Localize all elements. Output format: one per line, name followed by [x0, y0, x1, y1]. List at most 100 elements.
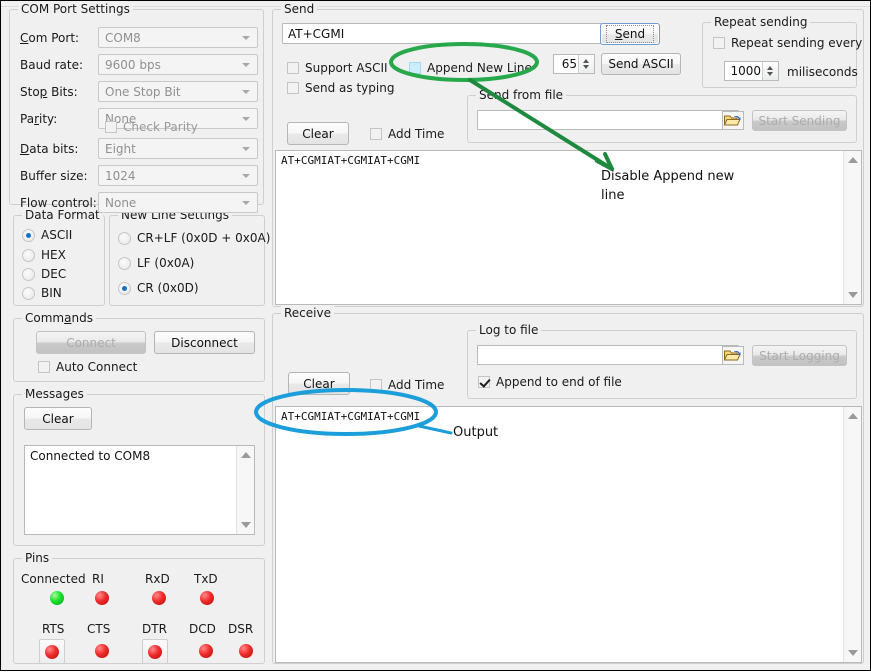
- send-file-browse-button[interactable]: [722, 111, 744, 130]
- receive-log-scrollbar[interactable]: [843, 407, 861, 662]
- receive-add-time-checkbox[interactable]: Add Time: [370, 378, 444, 392]
- connect-button[interactable]: Connect: [36, 331, 146, 354]
- com-port-label: Com Port:: [20, 31, 79, 45]
- send-log-scrollbar[interactable]: [843, 151, 861, 304]
- parity-label: Parity:: [20, 112, 57, 126]
- folder-open-icon: [723, 112, 743, 129]
- send-ascii-button[interactable]: Send ASCII: [601, 53, 681, 75]
- scroll-up-arrow-icon[interactable]: [848, 157, 858, 163]
- append-new-line-label: Append New Line: [427, 61, 532, 75]
- messages-log-area[interactable]: Connected to COM8: [24, 445, 255, 535]
- flow-control-combo[interactable]: None: [98, 192, 258, 213]
- repeat-interval-spinner[interactable]: 1000: [724, 61, 779, 81]
- buffer-size-combo[interactable]: 1024: [98, 165, 258, 186]
- pin-led-dtr: [148, 645, 162, 659]
- send-log-text: AT+CGMIAT+CGMIAT+CGMI: [281, 154, 841, 168]
- auto-connect-checkbox[interactable]: Auto Connect: [38, 360, 137, 374]
- check-parity-checkbox[interactable]: Check Parity: [105, 120, 198, 134]
- support-ascii-checkbox[interactable]: Support ASCII: [287, 61, 388, 75]
- ascii-code-spinner[interactable]: 65: [553, 54, 595, 74]
- radio-newline-cr[interactable]: CR (0x0D): [118, 281, 199, 295]
- flow-control-value: None: [105, 196, 136, 210]
- scroll-down-arrow-icon[interactable]: [241, 522, 251, 528]
- radio-newline-lf[interactable]: LF (0x0A): [118, 256, 194, 270]
- send-group: Send AT+CGMI Send Support ASCII Send as …: [272, 9, 864, 307]
- scroll-down-arrow-icon[interactable]: [848, 650, 858, 656]
- send-command-value: AT+CGMI: [288, 27, 344, 41]
- pins-group: Pins Connected RI RxD TxD RTS CTS DTR DC…: [13, 558, 265, 664]
- send-log-area[interactable]: AT+CGMIAT+CGMIAT+CGMI: [275, 150, 862, 305]
- spinner-up-arrow-icon[interactable]: [767, 66, 773, 70]
- baud-rate-value: 9600 bps: [105, 58, 161, 72]
- checkbox-box: [105, 121, 117, 133]
- receive-clear-label: Clear: [303, 377, 334, 391]
- send-file-path-input[interactable]: [477, 110, 739, 130]
- append-to-end-checkbox[interactable]: Append to end of file: [478, 375, 622, 389]
- send-add-time-checkbox[interactable]: Add Time: [370, 127, 444, 141]
- stop-bits-label: Stop Bits:: [20, 85, 78, 99]
- radio-label: HEX: [41, 248, 66, 262]
- scroll-up-arrow-icon[interactable]: [848, 413, 858, 419]
- receive-log-area[interactable]: AT+CGMIAT+CGMIAT+CGMI: [275, 406, 862, 663]
- log-to-file-title: Log to file: [476, 323, 541, 337]
- support-ascii-label: Support ASCII: [305, 61, 388, 75]
- start-logging-button[interactable]: Start Logging: [752, 345, 847, 366]
- radio-data-format-bin[interactable]: BIN: [22, 286, 62, 300]
- send-from-file-title: Send from file: [476, 88, 566, 102]
- repeat-units-label: miliseconds: [787, 65, 858, 79]
- disconnect-button[interactable]: Disconnect: [154, 331, 255, 354]
- repeat-sending-checkbox[interactable]: Repeat sending every: [713, 36, 862, 50]
- stop-bits-combo[interactable]: One Stop Bit: [98, 81, 258, 102]
- data-bits-value: Eight: [105, 142, 136, 156]
- log-file-browse-button[interactable]: [722, 346, 744, 365]
- pin-label-dtr: DTR: [142, 622, 167, 636]
- messages-scrollbar[interactable]: [236, 446, 254, 534]
- receive-log-text: AT+CGMIAT+CGMIAT+CGMI: [281, 410, 841, 424]
- pin-label-rts: RTS: [42, 622, 64, 636]
- pin-button-dtr[interactable]: [142, 639, 168, 664]
- radio-newline-crlf[interactable]: CR+LF (0x0D + 0x0A): [118, 231, 270, 245]
- new-line-settings-group: New Line Settings CR+LF (0x0D + 0x0A) LF…: [109, 215, 265, 306]
- messages-clear-label: Clear: [42, 412, 73, 426]
- send-title: Send: [281, 2, 317, 16]
- repeat-sending-label: Repeat sending every: [731, 36, 862, 50]
- pin-button-rts[interactable]: [39, 639, 65, 664]
- radio-data-format-hex[interactable]: HEX: [22, 248, 66, 262]
- spinner-buttons[interactable]: [578, 55, 594, 73]
- append-new-line-checkbox[interactable]: Append New Line: [409, 61, 532, 75]
- com-port-combo[interactable]: COM8: [98, 27, 258, 48]
- send-button[interactable]: Send: [600, 23, 660, 45]
- pin-led-rts: [45, 645, 59, 659]
- checkbox-box: [713, 37, 725, 49]
- com-port-settings-group: COM Port Settings Com Port: COM8 Baud ra…: [9, 9, 264, 205]
- check-parity-label: Check Parity: [123, 120, 198, 134]
- pin-led-connected: [50, 591, 64, 605]
- radio-dot: [22, 287, 35, 300]
- disconnect-button-label: Disconnect: [171, 336, 238, 350]
- spinner-up-arrow-icon[interactable]: [583, 59, 589, 63]
- repeat-sending-group: Repeat sending Repeat sending every 1000…: [702, 22, 857, 88]
- log-file-path-input[interactable]: [477, 345, 739, 365]
- pin-led-ri: [95, 591, 109, 605]
- buffer-size-value: 1024: [105, 169, 136, 183]
- scroll-up-arrow-icon[interactable]: [241, 452, 251, 458]
- radio-data-format-ascii[interactable]: ASCII: [22, 228, 72, 242]
- spinner-down-arrow-icon[interactable]: [583, 65, 589, 69]
- spinner-buttons[interactable]: [762, 62, 778, 80]
- start-sending-button[interactable]: Start Sending: [752, 110, 847, 131]
- start-sending-label: Start Sending: [759, 114, 841, 128]
- send-clear-button[interactable]: Clear: [287, 122, 349, 145]
- radio-label: LF (0x0A): [137, 256, 194, 270]
- checkbox-box: [38, 361, 50, 373]
- scroll-down-arrow-icon[interactable]: [848, 292, 858, 298]
- messages-clear-button[interactable]: Clear: [24, 407, 92, 430]
- spinner-down-arrow-icon[interactable]: [767, 72, 773, 76]
- send-as-typing-checkbox[interactable]: Send as typing: [287, 81, 394, 95]
- data-bits-combo[interactable]: Eight: [98, 138, 258, 159]
- receive-clear-button[interactable]: Clear: [288, 372, 350, 395]
- baud-rate-combo[interactable]: 9600 bps: [98, 54, 258, 75]
- send-ascii-label: Send ASCII: [608, 57, 673, 71]
- send-as-typing-label: Send as typing: [305, 81, 394, 95]
- radio-data-format-dec[interactable]: DEC: [22, 267, 66, 281]
- send-command-input[interactable]: AT+CGMI: [282, 23, 602, 44]
